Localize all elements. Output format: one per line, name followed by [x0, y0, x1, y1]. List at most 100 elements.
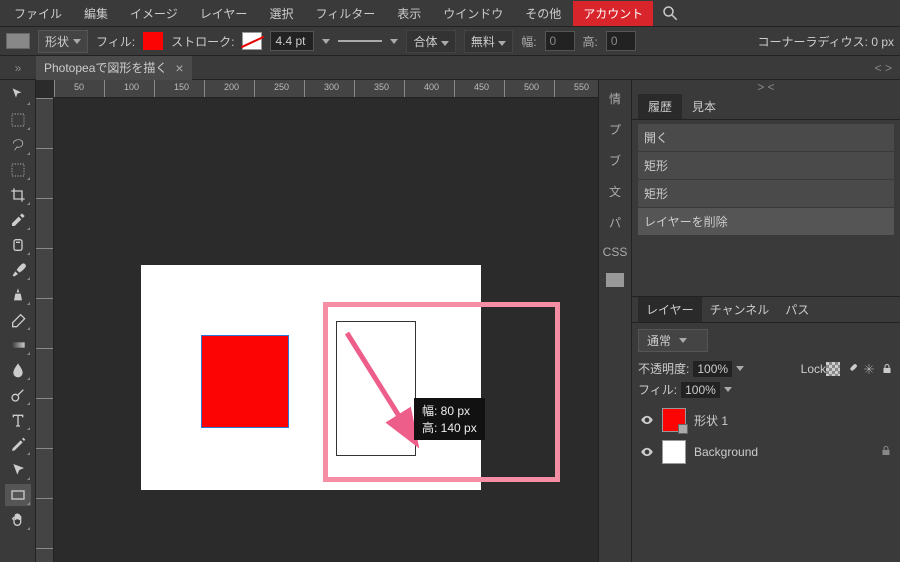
lock-pixels-icon[interactable] [844, 362, 858, 376]
vtab-info[interactable]: 情 [609, 90, 621, 107]
vertical-panel-strip: 情 プ ブ 文 パ CSS [598, 80, 632, 562]
layer-row[interactable]: Background [638, 436, 894, 468]
magic-wand-tool[interactable] [5, 159, 31, 181]
tooltip-width: 幅: 80 px [422, 402, 477, 419]
shape-red-rectangle[interactable] [201, 335, 289, 428]
lasso-tool[interactable] [5, 134, 31, 156]
menu-window[interactable]: ウインドウ [433, 1, 513, 26]
history-item[interactable]: 矩形 [638, 152, 894, 179]
path-select-tool[interactable] [5, 459, 31, 481]
layer-row[interactable]: 形状 1 [638, 404, 894, 436]
fill-swatch[interactable] [143, 32, 163, 50]
stroke-label: ストローク: [171, 33, 234, 50]
shape-mode-select[interactable]: 形状 [38, 30, 88, 53]
document-tab[interactable]: Photopeaで図形を描く × [36, 56, 192, 80]
marquee-tool[interactable] [5, 109, 31, 131]
fill-opacity-value[interactable]: 100% [681, 382, 720, 398]
vtab-properties[interactable]: プ [609, 121, 621, 138]
dodge-tool[interactable] [5, 384, 31, 406]
visibility-icon[interactable] [640, 445, 654, 459]
vtab-brushes[interactable]: ブ [609, 152, 621, 169]
history-item[interactable]: レイヤーを削除 [638, 208, 894, 235]
path-combine-select[interactable]: 合体 [406, 30, 455, 53]
height-input[interactable] [606, 31, 636, 51]
pen-tool[interactable] [5, 434, 31, 456]
canvas-area[interactable]: 50100150200250300350400450500550 幅: 80 p… [36, 80, 598, 562]
eyedropper-tool[interactable] [5, 209, 31, 231]
fill-label: フィル: [96, 33, 135, 50]
menu-layer[interactable]: レイヤー [190, 1, 258, 26]
fill-dropdown-icon[interactable] [724, 387, 732, 392]
vtab-css[interactable]: CSS [603, 245, 628, 259]
tab-expand-icon[interactable]: < > [875, 61, 892, 75]
heal-tool[interactable] [5, 234, 31, 256]
options-bar: 形状 フィル: ストローク: 合体 無料 幅: 高: コーナーラディウス: 0 … [0, 26, 900, 56]
blend-mode-row: 通常 [632, 323, 900, 358]
tab-swatches[interactable]: 見本 [682, 94, 726, 119]
history-panel-tabs: 履歴 見本 [632, 94, 900, 120]
lock-label: Lock: [808, 362, 822, 376]
stroke-width-dropdown-icon[interactable] [322, 39, 330, 44]
eraser-tool[interactable] [5, 309, 31, 331]
image-panel-icon[interactable] [606, 273, 624, 287]
opacity-value[interactable]: 100% [693, 361, 732, 377]
lock-position-icon[interactable] [862, 362, 876, 376]
lock-transparent-icon[interactable] [826, 362, 840, 376]
close-tab-icon[interactable]: × [175, 60, 183, 76]
rectangle-tool[interactable] [5, 484, 31, 506]
tab-history[interactable]: 履歴 [638, 94, 682, 119]
fill-opacity-row: フィル: 100% [632, 379, 900, 400]
stroke-style-preview[interactable] [338, 40, 382, 42]
opacity-dropdown-icon[interactable] [736, 366, 744, 371]
blur-tool[interactable] [5, 359, 31, 381]
tool-preset-swatch[interactable] [6, 33, 30, 49]
hand-tool[interactable] [5, 509, 31, 531]
stroke-width-input[interactable] [270, 31, 314, 51]
toolbar-expand-icon[interactable]: » [0, 61, 36, 75]
tooltip-height: 高: 140 px [422, 419, 477, 436]
gradient-tool[interactable] [5, 334, 31, 356]
menu-filter[interactable]: フィルター [305, 1, 385, 26]
text-tool[interactable] [5, 409, 31, 431]
tab-paths[interactable]: パス [777, 297, 817, 322]
history-item[interactable]: 開く [638, 124, 894, 151]
blend-mode-select[interactable]: 通常 [638, 329, 708, 352]
menu-file[interactable]: ファイル [4, 1, 72, 26]
move-tool[interactable] [5, 84, 31, 106]
fill-opacity-label: フィル: [638, 381, 677, 398]
left-toolbar [0, 80, 36, 562]
vtab-character[interactable]: 文 [609, 183, 621, 200]
lock-all-icon[interactable] [880, 362, 894, 376]
layer-mask-icon[interactable] [678, 424, 688, 434]
history-list: 開く 矩形 矩形 レイヤーを削除 [632, 120, 900, 240]
layer-name[interactable]: 形状 1 [694, 412, 728, 429]
width-label: 幅: [521, 33, 536, 50]
stroke-style-dropdown-icon[interactable] [390, 39, 398, 44]
panel-collapse-icon[interactable]: > < [632, 80, 900, 94]
vtab-paragraph[interactable]: パ [609, 214, 621, 231]
visibility-icon[interactable] [640, 413, 654, 427]
menu-image[interactable]: イメージ [120, 1, 188, 26]
stroke-swatch[interactable] [242, 32, 262, 50]
menu-other[interactable]: その他 [515, 1, 571, 26]
layer-thumbnail[interactable] [662, 440, 686, 464]
opacity-row: 不透明度: 100% Lock: [632, 358, 900, 379]
layer-name[interactable]: Background [694, 445, 758, 459]
width-input[interactable] [545, 31, 575, 51]
menu-edit[interactable]: 編集 [74, 1, 118, 26]
crop-tool[interactable] [5, 184, 31, 206]
document-tab-title: Photopeaで図形を描く [44, 59, 167, 76]
tab-channels[interactable]: チャンネル [702, 297, 778, 322]
lock-icon [880, 445, 892, 460]
menu-view[interactable]: 表示 [387, 1, 431, 26]
menu-select[interactable]: 選択 [259, 1, 303, 26]
search-icon[interactable] [661, 4, 679, 22]
layer-thumbnail[interactable] [662, 408, 686, 432]
menu-account[interactable]: アカウント [573, 1, 653, 26]
align-select[interactable]: 無料 [464, 30, 513, 53]
history-item[interactable]: 矩形 [638, 180, 894, 207]
layers-list: 形状 1 Background [632, 400, 900, 472]
tab-layers[interactable]: レイヤー [638, 297, 702, 322]
brush-tool[interactable] [5, 259, 31, 281]
clone-tool[interactable] [5, 284, 31, 306]
